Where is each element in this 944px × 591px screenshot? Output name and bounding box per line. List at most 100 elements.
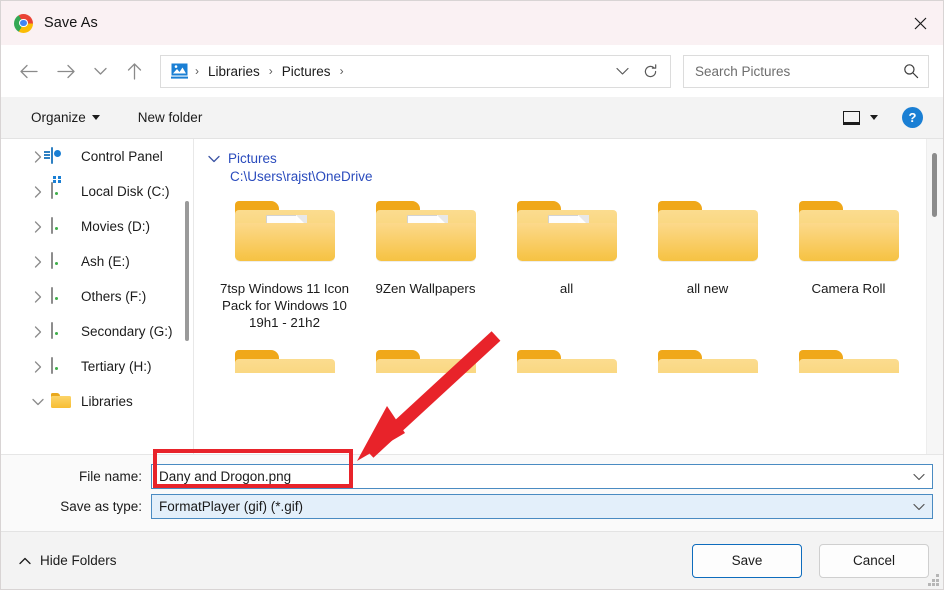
sidebar-item-control-panel[interactable]: Control Panel — [1, 139, 193, 174]
sidebar-item-others-f[interactable]: Others (F:) — [1, 279, 193, 314]
chevron-right-icon[interactable] — [29, 255, 47, 268]
file-list-scrollbar-thumb[interactable] — [932, 153, 937, 217]
folder-item[interactable] — [496, 345, 637, 373]
navigation-sidebar[interactable]: Control Panel Local Disk (C:) Movies (D:… — [1, 139, 194, 454]
sidebar-item-label: Ash (E:) — [81, 254, 130, 269]
save-as-type-row: Save as type: FormatPlayer (gif) (*.gif) — [11, 494, 933, 519]
cancel-button[interactable]: Cancel — [819, 543, 929, 578]
sidebar-item-label: Others (F:) — [81, 289, 147, 304]
arrow-left-icon — [19, 64, 38, 78]
new-folder-button[interactable]: New folder — [130, 105, 211, 130]
folder-icon — [656, 345, 760, 373]
pictures-library-icon — [171, 63, 188, 79]
save-button[interactable]: Save — [692, 543, 802, 578]
group-title: Pictures — [228, 151, 277, 166]
chevron-down-icon — [615, 67, 629, 75]
address-history-button[interactable] — [608, 56, 636, 86]
folder-item[interactable]: all new — [637, 196, 778, 331]
sidebar-item-local-disk-c[interactable]: Local Disk (C:) — [1, 174, 193, 209]
chevron-right-icon[interactable] — [29, 185, 47, 198]
drive-icon — [51, 216, 72, 236]
folder-icon — [374, 196, 478, 278]
folder-grid-row — [194, 331, 943, 373]
folder-icon — [233, 196, 337, 278]
chevron-right-icon[interactable] — [29, 360, 47, 373]
sidebar-scrollbar-thumb[interactable] — [185, 201, 189, 341]
folder-icon — [233, 345, 337, 373]
sidebar-item-label: Local Disk (C:) — [81, 184, 170, 199]
sidebar-item-label: Tertiary (H:) — [81, 359, 152, 374]
field-area: File name: Dany and Drogon.png Save as t… — [1, 454, 943, 531]
save-as-type-value: FormatPlayer (gif) (*.gif) — [159, 499, 304, 514]
refresh-button[interactable] — [636, 56, 664, 86]
cancel-label: Cancel — [852, 553, 896, 568]
chevron-right-icon[interactable] — [29, 220, 47, 233]
folder-item[interactable]: 7tsp Windows 11 Icon Pack for Windows 10… — [214, 196, 355, 331]
breadcrumb-separator: › — [339, 64, 344, 78]
chevron-down-icon — [91, 115, 100, 120]
file-name-label: File name: — [78, 469, 142, 484]
breadcrumb-pictures[interactable]: Pictures — [280, 64, 333, 79]
close-button[interactable] — [897, 1, 943, 45]
folder-icon — [515, 345, 619, 373]
folder-item[interactable]: X all — [496, 196, 637, 331]
sidebar-item-secondary-g[interactable]: Secondary (G:) — [1, 314, 193, 349]
drive-icon — [51, 286, 72, 306]
chevron-down-icon[interactable] — [208, 155, 220, 163]
library-folder-icon — [51, 393, 72, 411]
sidebar-item-label: Secondary (G:) — [81, 324, 173, 339]
file-name-input[interactable]: Dany and Drogon.png — [151, 464, 933, 489]
file-name-value: Dany and Drogon.png — [159, 469, 292, 484]
system-drive-icon — [51, 181, 72, 201]
file-name-row: File name: Dany and Drogon.png — [11, 464, 933, 489]
chevron-right-icon[interactable] — [29, 290, 47, 303]
title-bar: Save As — [1, 1, 943, 45]
save-as-dialog: Save As › Libraries › Pictures › Search … — [0, 0, 944, 590]
sidebar-item-movies-d[interactable]: Movies (D:) — [1, 209, 193, 244]
address-bar[interactable]: › Libraries › Pictures › — [160, 54, 671, 88]
folder-label: all — [559, 281, 574, 296]
resize-grip-icon[interactable] — [928, 574, 940, 586]
sidebar-item-ash-e[interactable]: Ash (E:) — [1, 244, 193, 279]
folder-icon: X — [515, 196, 619, 278]
window-title: Save As — [44, 15, 98, 31]
help-button[interactable]: ? — [902, 107, 923, 128]
up-button[interactable] — [115, 54, 153, 88]
hide-folders-button[interactable]: Hide Folders — [15, 549, 121, 572]
breadcrumb-separator: › — [268, 64, 273, 78]
sidebar-item-libraries[interactable]: Libraries — [1, 384, 193, 419]
folder-item[interactable] — [214, 345, 355, 373]
save-as-type-select[interactable]: FormatPlayer (gif) (*.gif) — [151, 494, 933, 519]
close-icon — [914, 17, 926, 29]
recent-locations-button[interactable] — [85, 54, 115, 88]
new-folder-label: New folder — [137, 110, 203, 125]
group-header: Pictures C:\Users\rajst\OneDrive — [194, 139, 943, 184]
hide-folders-label: Hide Folders — [40, 553, 117, 568]
folder-item[interactable] — [778, 345, 919, 373]
back-button[interactable] — [9, 54, 47, 88]
chevron-up-icon — [19, 557, 31, 564]
control-panel-icon — [51, 146, 72, 166]
folder-label: Camera Roll — [811, 281, 886, 296]
save-as-type-label: Save as type: — [60, 499, 142, 514]
arrow-right-icon — [56, 64, 75, 78]
folder-item[interactable]: Camera Roll — [778, 196, 919, 331]
chevron-down-icon[interactable] — [910, 503, 928, 511]
file-list-pane[interactable]: Pictures C:\Users\rajst\OneDrive 7tsp Wi… — [194, 139, 943, 454]
folder-item[interactable] — [637, 345, 778, 373]
organize-button[interactable]: Organize — [23, 105, 108, 130]
forward-button[interactable] — [47, 54, 85, 88]
folder-item[interactable] — [355, 345, 496, 373]
sidebar-item-tertiary-h[interactable]: Tertiary (H:) — [1, 349, 193, 384]
search-input[interactable] — [695, 63, 903, 79]
view-options-button[interactable] — [837, 107, 884, 129]
chevron-right-icon[interactable] — [29, 325, 47, 338]
breadcrumb-libraries[interactable]: Libraries — [206, 64, 262, 79]
chevron-down-icon — [93, 67, 107, 75]
chevron-down-icon[interactable] — [29, 398, 47, 406]
refresh-icon — [644, 63, 656, 77]
search-box[interactable] — [683, 54, 929, 88]
chevron-down-icon[interactable] — [910, 473, 928, 481]
chevron-down-icon — [870, 115, 878, 120]
folder-item[interactable]: 9Zen Wallpapers — [355, 196, 496, 331]
